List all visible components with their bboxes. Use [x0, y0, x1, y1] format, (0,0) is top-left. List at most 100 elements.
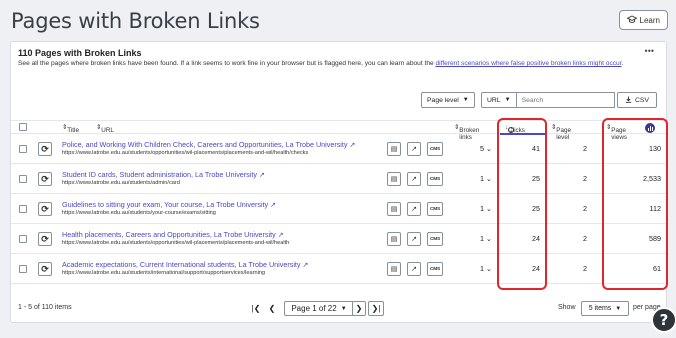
last-page-icon: ❯|: [371, 304, 381, 313]
chevron-down-icon: ⌄: [486, 146, 492, 153]
table-row: ⟳ Academic expectations, Current Interna…: [11, 254, 666, 284]
refresh-button[interactable]: ⟳: [38, 232, 52, 246]
first-page-icon: |❮: [251, 304, 261, 313]
row-title: Police, and Working With Children Check,…: [62, 140, 348, 149]
card-description: See all the pages where broken links hav…: [18, 60, 666, 67]
page-select[interactable]: Page 1 of 22 ▼: [284, 301, 354, 316]
refresh-button[interactable]: ⟳: [38, 172, 52, 186]
row-title-link[interactable]: Police, and Working With Children Check,…: [62, 140, 355, 149]
broken-links-dropdown[interactable]: 1 ⌄: [480, 204, 492, 213]
refresh-icon: ⟳: [41, 173, 49, 184]
inspect-button[interactable]: ▤: [387, 142, 401, 156]
cms-icon: CMS: [429, 266, 441, 272]
col-title[interactable]: ⇕ Title: [62, 124, 79, 134]
broken-links-count: 1: [480, 174, 484, 183]
refresh-icon: ⟳: [41, 203, 49, 214]
chevron-down-icon: ▼: [504, 97, 511, 103]
row-title-link[interactable]: Guidelines to sitting your exam, Your co…: [62, 200, 276, 209]
help-icon[interactable]: ?: [651, 307, 676, 333]
cms-button[interactable]: CMS: [427, 172, 443, 186]
next-page-button[interactable]: ❯: [352, 301, 366, 316]
row-checkbox[interactable]: [19, 145, 27, 153]
row-title: Student ID cards, Student administration…: [62, 170, 257, 179]
inspect-button[interactable]: ▤: [387, 232, 401, 246]
csv-button[interactable]: CSV: [617, 92, 657, 108]
url-filter-label: URL: [487, 96, 501, 104]
row-checkbox[interactable]: [19, 265, 27, 273]
broken-links-dropdown[interactable]: 1 ⌄: [480, 264, 492, 273]
cms-button[interactable]: CMS: [427, 202, 443, 216]
select-all-checkbox[interactable]: [19, 123, 27, 131]
last-page-button[interactable]: ❯|: [368, 301, 384, 316]
broken-links-card: 110 Pages with Broken Links ••• See all …: [10, 41, 668, 323]
open-page-button[interactable]: ↗: [407, 202, 421, 216]
inspect-icon: ▤: [390, 176, 398, 183]
page-level-value: 2: [583, 144, 587, 153]
row-title-link[interactable]: Health placements, Careers and Opportuni…: [62, 230, 284, 239]
external-link-icon: ↗: [411, 206, 417, 213]
refresh-button[interactable]: ⟳: [38, 262, 52, 276]
learn-label: Learn: [639, 15, 660, 25]
table-row: ⟳ Student ID cards, Student administrati…: [11, 164, 666, 194]
refresh-button[interactable]: ⟳: [38, 142, 52, 156]
row-checkbox[interactable]: [19, 235, 27, 243]
search-input[interactable]: [516, 92, 615, 108]
external-link-icon: ↗: [349, 142, 356, 149]
page-level-filter-label: Page level: [427, 96, 459, 104]
col-page-level[interactable]: ⇕ Page level: [551, 124, 571, 141]
false-positive-link[interactable]: different scenarios where false positive…: [436, 60, 622, 67]
prev-page-button[interactable]: ❮: [265, 301, 279, 316]
cms-button[interactable]: CMS: [427, 142, 443, 156]
broken-links-count: 1: [480, 264, 484, 273]
inspect-icon: ▤: [390, 206, 398, 213]
broken-links-dropdown[interactable]: 1 ⌄: [480, 234, 492, 243]
learn-button[interactable]: Learn: [618, 10, 668, 30]
open-page-button[interactable]: ↗: [407, 172, 421, 186]
broken-links-count: 1: [480, 234, 484, 243]
col-title-label: Title: [67, 127, 79, 134]
inspect-button[interactable]: ▤: [387, 172, 401, 186]
page-level-filter[interactable]: Page level ▼: [421, 92, 475, 108]
chevron-down-icon: ⌄: [486, 236, 492, 243]
external-link-icon: ↗: [411, 176, 417, 183]
col-url-label: URL: [101, 127, 114, 134]
row-url: https://www.latrobe.edu.au/students/admi…: [62, 180, 180, 186]
row-title: Academic expectations, Current Internati…: [62, 260, 301, 269]
col-url[interactable]: ⇕ URL: [96, 124, 114, 134]
first-page-button[interactable]: |❮: [249, 301, 263, 316]
chevron-down-icon: ⌄: [486, 176, 492, 183]
card-title: 110 Pages with Broken Links: [18, 48, 142, 58]
desc-text: See all the pages where broken links hav…: [18, 60, 436, 67]
inspect-button[interactable]: ▤: [387, 202, 401, 216]
open-page-button[interactable]: ↗: [407, 232, 421, 246]
row-title-link[interactable]: Student ID cards, Student administration…: [62, 170, 265, 179]
chevron-down-icon: ⌄: [486, 206, 492, 213]
refresh-icon: ⟳: [41, 263, 49, 274]
row-checkbox[interactable]: [19, 175, 27, 183]
more-options-icon[interactable]: •••: [645, 46, 654, 56]
refresh-button[interactable]: ⟳: [38, 202, 52, 216]
col-broken-links[interactable]: ⇕ Broken links: [454, 124, 479, 141]
row-url: https://www.latrobe.edu.au/students/your…: [62, 210, 216, 216]
cms-icon: CMS: [429, 206, 441, 212]
open-page-button[interactable]: ↗: [407, 262, 421, 276]
broken-links-dropdown[interactable]: 5 ⌄: [480, 144, 492, 153]
chevron-down-icon: ⌄: [486, 266, 492, 273]
row-title-link[interactable]: Academic expectations, Current Internati…: [62, 260, 308, 269]
external-link-icon: ↗: [411, 266, 417, 273]
broken-links-dropdown[interactable]: 1 ⌄: [480, 174, 492, 183]
open-page-button[interactable]: ↗: [407, 142, 421, 156]
cms-button[interactable]: CMS: [427, 262, 443, 276]
external-link-icon: ↗: [411, 236, 417, 243]
cms-button[interactable]: CMS: [427, 232, 443, 246]
per-page-select[interactable]: 5 items ▼: [581, 301, 629, 316]
mortarboard-icon: [626, 14, 638, 26]
url-filter[interactable]: URL ▼: [481, 92, 615, 108]
row-title: Guidelines to sitting your exam, Your co…: [62, 200, 269, 209]
row-checkbox[interactable]: [19, 205, 27, 213]
inspect-button[interactable]: ▤: [387, 262, 401, 276]
table-row: ⟳ Police, and Working With Children Chec…: [11, 134, 666, 164]
page-level-value: 2: [583, 234, 587, 243]
cms-icon: CMS: [429, 176, 441, 182]
broken-links-count: 1: [480, 204, 484, 213]
